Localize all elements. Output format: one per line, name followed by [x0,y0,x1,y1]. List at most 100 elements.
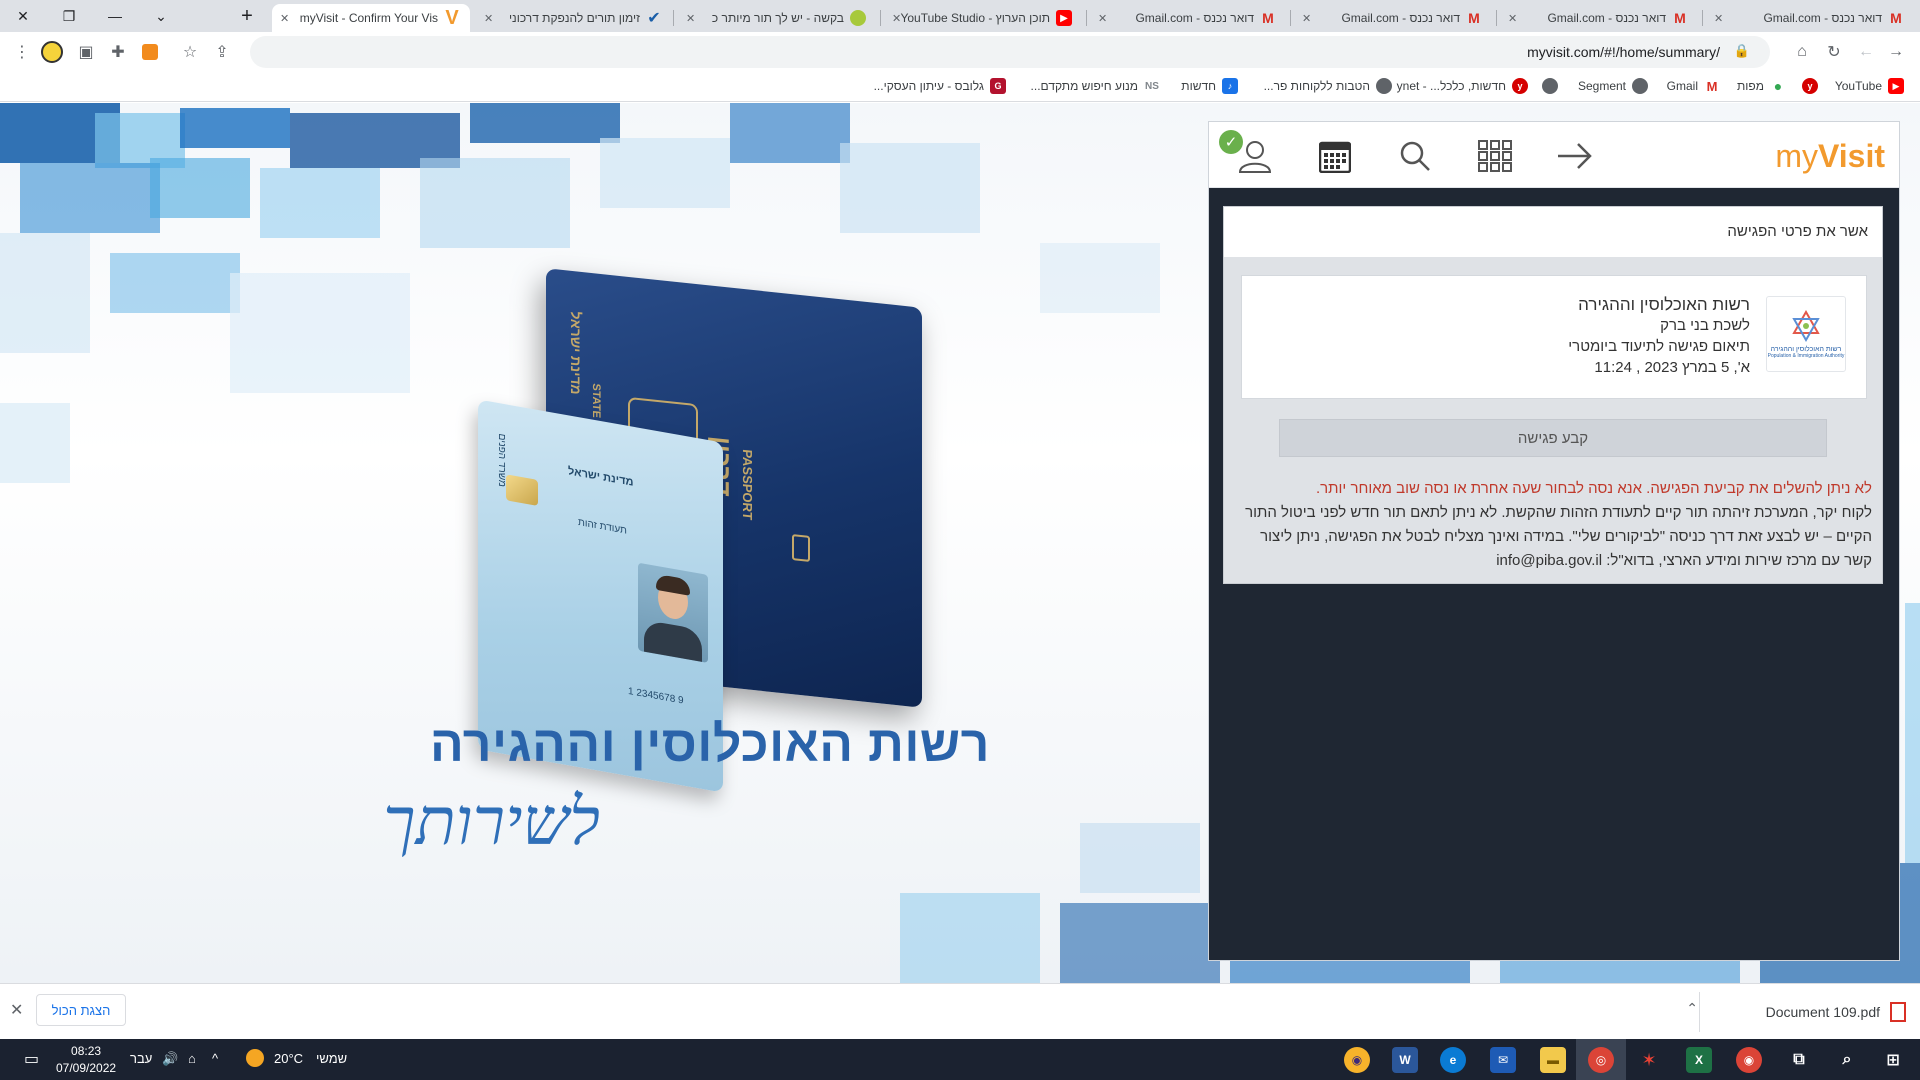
calendar-icon[interactable] [1315,138,1355,174]
id-photo [638,562,708,663]
network-icon[interactable]: ⌂ [188,1051,196,1066]
mail-icon[interactable]: ✉ [1490,1047,1516,1073]
close-icon[interactable]: ✕ [10,1000,23,1020]
download-item[interactable]: Document 109.pdf [1716,996,1906,1028]
extension-orange-icon[interactable] [138,40,162,64]
tor-browser-icon[interactable]: ◉ [1344,1047,1370,1073]
bookmark-maps[interactable]: ● מפות [1737,78,1786,94]
bg-tile [110,253,240,313]
star-of-david-icon [1790,309,1822,342]
chrome-icon[interactable]: ◉ [1736,1047,1762,1073]
tab-request[interactable]: בקשה - יש לך תור מיותר כ ✕ [678,4,876,32]
chevron-up-icon[interactable]: ^ [212,1051,218,1066]
close-tab-icon[interactable]: ✕ [1508,12,1517,25]
volume-icon[interactable]: 🔊 [162,1051,178,1067]
tab-passport-appointments[interactable]: ✔ זימון תורים להנפקת דרכוני ✕ [476,4,672,32]
close-tab-icon[interactable]: ✕ [1098,12,1107,25]
piba-logo: רשות האוכלוסין וההגירה Population & Immi… [1766,296,1846,372]
bookmark-ynet-icon-only[interactable]: y [1796,78,1818,94]
id-card-title: תעודת זהות [578,517,627,537]
window-close-icon[interactable]: ✕ [0,0,46,32]
menu-kebab-icon[interactable]: ⋮ [10,40,34,64]
tab-search-icon[interactable]: ⌄ [138,0,184,32]
myvisit-logo[interactable]: myVisit [1775,138,1885,175]
bg-tile [0,233,90,353]
windows-start-icon[interactable]: ⊞ [1880,1047,1906,1073]
share-icon[interactable]: ⇪ [210,40,234,64]
logout-arrow-icon[interactable] [1555,138,1595,174]
tab-separator [1496,10,1497,26]
app-icon [850,10,866,26]
home-icon[interactable]: ⌂ [1790,40,1814,64]
window-minimize-icon[interactable]: — [92,0,138,32]
grid-icon[interactable] [1475,138,1515,174]
window-restore-icon[interactable]: ❐ [46,0,92,32]
hero-title: רשות האוכלוסין וההגירה [429,716,990,772]
pdf-icon [1890,1002,1906,1022]
side-panel-icon[interactable]: ▣ [74,40,98,64]
bookmark-star-icon[interactable]: ☆ [178,40,202,64]
notification-icon[interactable]: ▭ [24,1049,39,1069]
bookmark-globes[interactable]: G גלובס - עיתון העסקי... [874,78,1006,94]
bookmark-globe[interactable] [1536,78,1558,94]
tab-myvisit[interactable]: V myVisit - Confirm Your Vis ✕ [272,4,470,32]
search-icon[interactable]: ⌕ [1834,1047,1860,1073]
appointment-service: תיאום פגישה לתיעוד ביומטרי [1568,338,1750,355]
profile-avatar[interactable] [40,40,64,64]
clock-time: 08:23 [71,1044,102,1058]
bg-tile [840,143,980,233]
forward-icon[interactable]: ← [1854,40,1878,64]
excel-icon[interactable]: X [1686,1047,1712,1073]
task-view-icon[interactable]: ⧉ [1786,1047,1812,1073]
language-indicator[interactable]: עבר [130,1051,152,1066]
app-colorful-icon[interactable]: ✶ [1636,1047,1662,1073]
weather-desc[interactable]: שמשי [316,1051,347,1066]
url-text[interactable]: myvisit.com/#!/home/summary/ [1527,44,1720,60]
close-tab-icon[interactable]: ✕ [686,12,695,25]
bookmark-ynet[interactable]: y חדשות, כלכל... - ynet [1397,78,1528,94]
tab-gmail-4[interactable]: M דואר נכנס - Gmail.com ✕ [1706,4,1914,32]
bookmark-news[interactable]: ♪ חדשות [1181,78,1238,94]
check-icon: ✔ [647,10,661,27]
tab-gmail-1[interactable]: M דואר נכנס - Gmail.com ✕ [1090,4,1286,32]
close-tab-icon[interactable]: ✕ [1714,12,1723,25]
close-tab-icon[interactable]: ✕ [280,12,289,25]
gmail-icon: M [1468,10,1480,26]
reload-icon[interactable]: ↻ [1822,40,1846,64]
ynet-icon: y [1512,78,1528,94]
lock-icon[interactable]: 🔒 [1734,43,1750,59]
word-icon[interactable]: W [1392,1047,1418,1073]
file-explorer-icon[interactable]: ▬ [1540,1047,1566,1073]
close-tab-icon[interactable]: ✕ [892,12,901,25]
bookmark-youtube[interactable]: ▶ YouTube [1835,78,1904,94]
close-tab-icon[interactable]: ✕ [1302,12,1311,25]
address-bar[interactable]: myvisit.com/#!/home/summary/ 🔒 [250,36,1770,68]
chevron-up-icon[interactable]: ⌃ [1686,1000,1698,1017]
weather-temp[interactable]: 20°C [274,1051,303,1066]
biometric-chip-icon [792,534,810,562]
system-clock[interactable]: 08:23 07/09/2022 [56,1043,116,1077]
tab-gmail-2[interactable]: M דואר נכנס - Gmail.com ✕ [1294,4,1492,32]
bookmark-segment[interactable]: Segment [1578,78,1648,94]
confirm-appointment-box: אשר את פרטי הפגישה רשות האוכלוסין וההגיר… [1223,206,1883,584]
weather-sun-icon[interactable] [246,1049,264,1067]
bg-tile [470,103,620,143]
new-tab-button[interactable]: + [224,0,270,32]
tab-gmail-3[interactable]: M דואר נכנס - Gmail.com ✕ [1500,4,1698,32]
book-appointment-button[interactable]: קבע פגישה [1279,419,1827,457]
close-tab-icon[interactable]: ✕ [484,12,493,25]
error-message: לא ניתן להשלים את קביעת הפגישה. אנא נסה … [1234,477,1872,573]
back-icon[interactable]: → [1884,40,1908,64]
bookmark-gmail[interactable]: M Gmail [1667,78,1720,94]
show-all-button[interactable]: הצגת הכול [36,994,126,1026]
bg-tile [260,168,380,238]
chrome-profile-icon[interactable]: ◎ [1588,1047,1614,1073]
search-icon[interactable] [1395,138,1435,174]
bg-tile [1905,603,1920,863]
edge-icon[interactable]: e [1440,1047,1466,1073]
hero-script: לשירותך [383,783,600,860]
bookmark-benefits[interactable]: הטבות ללקוחות פר... [1264,78,1392,94]
bookmark-search-engine[interactable]: NS מנוע חיפוש מתקדם... [1031,78,1160,94]
extensions-icon[interactable]: ✚ [106,40,130,64]
tab-youtube-studio[interactable]: ▶ תוכן הערוץ - YouTube Studio ✕ [884,4,1082,32]
